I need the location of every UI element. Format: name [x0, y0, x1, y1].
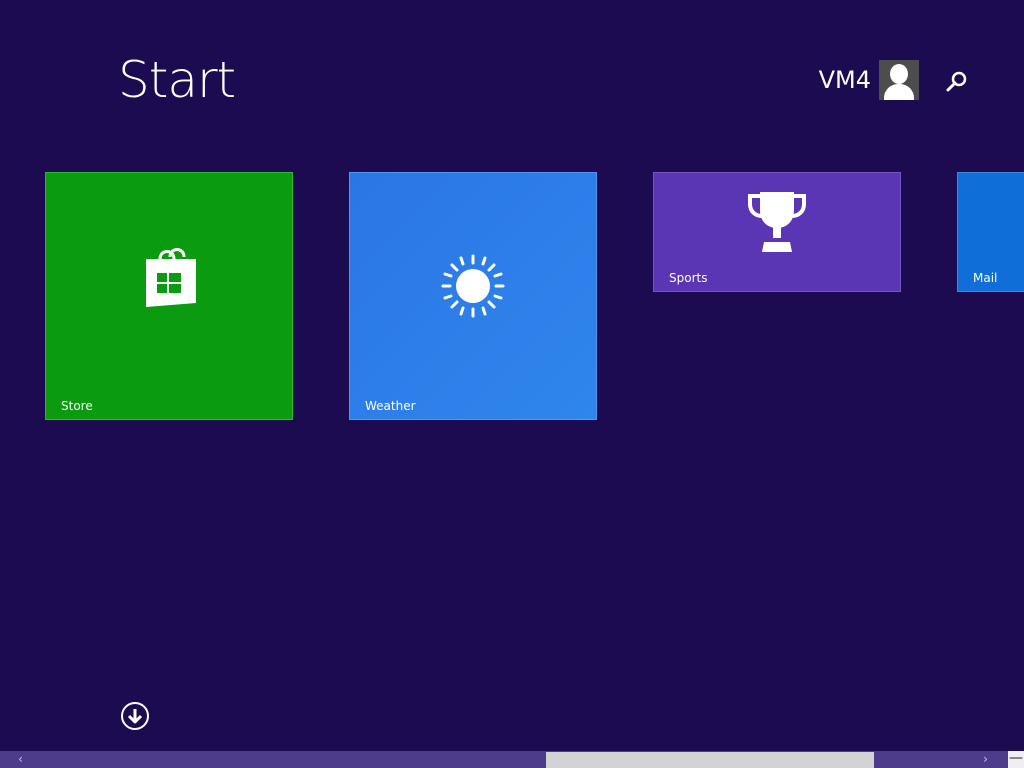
- scroll-right-button[interactable]: ›: [977, 751, 994, 768]
- avatar-head: [890, 64, 908, 84]
- horizontal-scrollbar[interactable]: ‹ › —: [0, 751, 1024, 768]
- page-title: Start: [118, 51, 236, 109]
- user-name: VM4: [818, 66, 871, 94]
- scroll-left-button[interactable]: ‹: [12, 751, 29, 768]
- tile-store[interactable]: Store: [45, 172, 293, 420]
- avatar: [879, 60, 919, 100]
- semantic-zoom-button[interactable]: —: [1008, 751, 1024, 768]
- trophy-icon: [744, 188, 810, 258]
- tile-label: Sports: [669, 271, 708, 285]
- sun-icon: [440, 253, 506, 323]
- tile-label: Weather: [365, 399, 416, 413]
- all-apps-button[interactable]: [120, 701, 149, 730]
- down-arrow-circle-icon: [121, 702, 149, 730]
- tile-weather[interactable]: Weather: [349, 172, 597, 420]
- user-account-button[interactable]: VM4: [819, 60, 919, 100]
- store-bag-icon: [142, 245, 200, 313]
- search-icon[interactable]: [944, 69, 970, 95]
- start-screen: Start VM4 Store Weather Sports Mail ‹ › …: [0, 0, 1024, 768]
- scroll-thumb[interactable]: [546, 752, 874, 768]
- avatar-body: [884, 84, 914, 100]
- tile-label: Store: [61, 399, 93, 413]
- tile-mail[interactable]: Mail: [957, 172, 1024, 292]
- tile-sports[interactable]: Sports: [653, 172, 901, 292]
- tile-label: Mail: [973, 271, 998, 285]
